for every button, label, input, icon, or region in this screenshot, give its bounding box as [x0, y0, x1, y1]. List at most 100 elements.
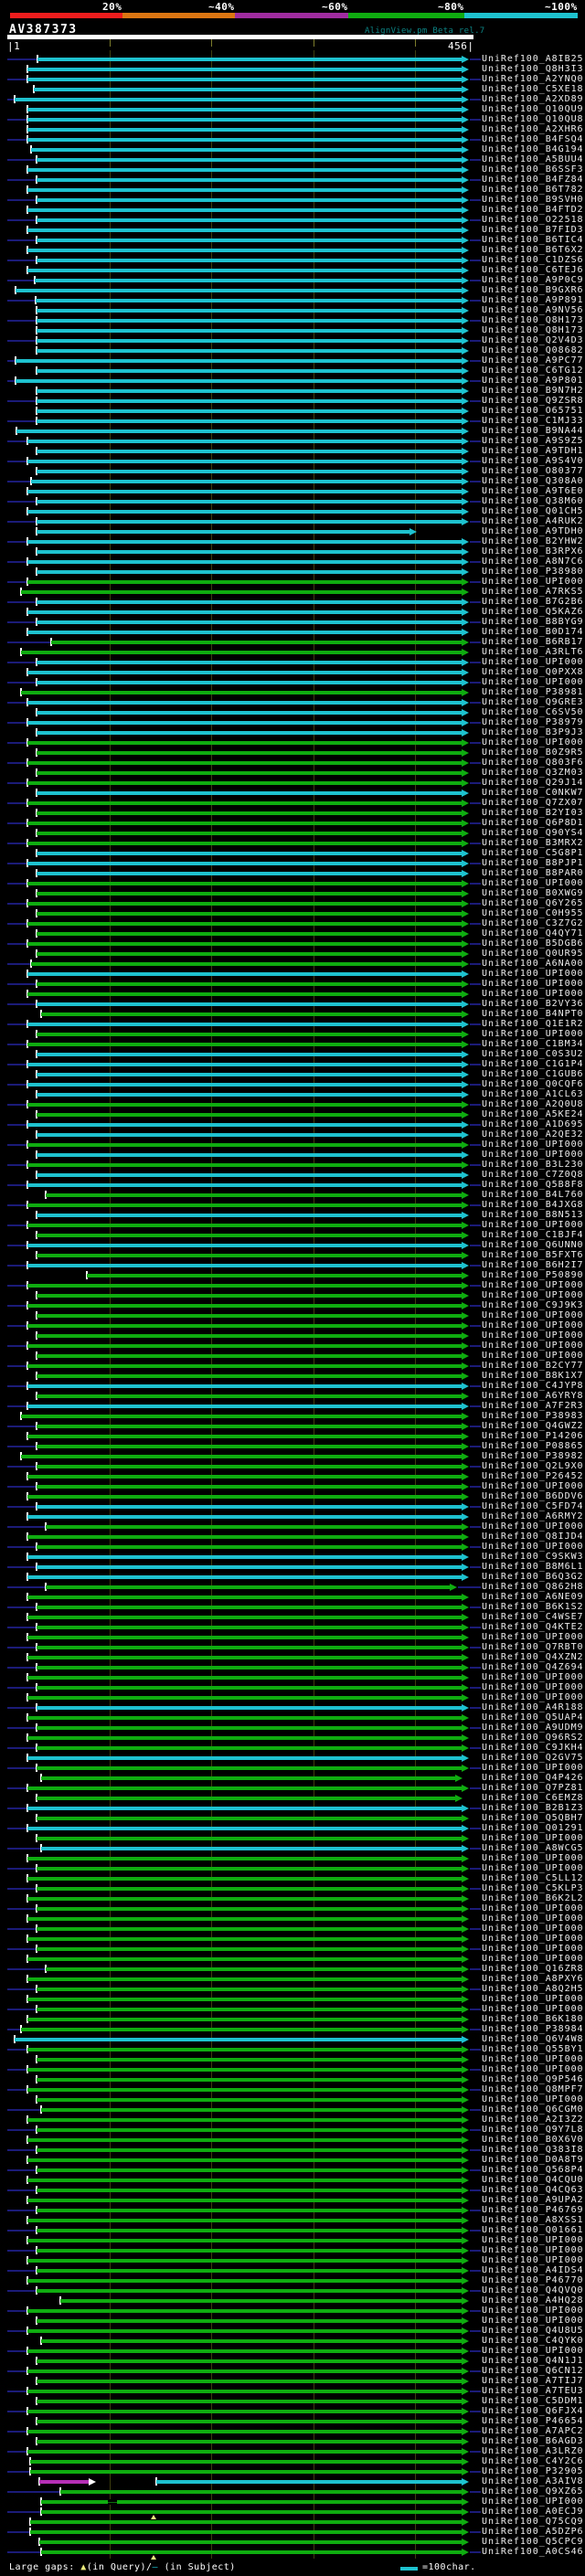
alignment-bar[interactable] [156, 2480, 462, 2484]
alignment-bar[interactable] [37, 1002, 462, 1006]
alignment-bar[interactable] [27, 1304, 462, 1308]
subject-label[interactable]: UniRef100_A0CS46 [482, 2547, 584, 2558]
alignment-bar[interactable] [27, 2178, 462, 2182]
alignment-bar[interactable] [27, 2259, 462, 2263]
alignment-bar[interactable] [41, 2339, 462, 2343]
alignment-bar[interactable] [27, 1515, 462, 1519]
alignment-bar[interactable] [41, 1776, 455, 1780]
alignment-bar[interactable] [37, 771, 462, 775]
alignment-bar[interactable] [46, 1525, 462, 1529]
alignment-bar[interactable] [30, 2530, 462, 2534]
alignment-bar[interactable] [37, 2359, 462, 2363]
alignment-bar[interactable] [31, 480, 462, 483]
alignment-bar[interactable] [41, 2500, 462, 2504]
alignment-bar[interactable] [15, 98, 462, 101]
alignment-bar[interactable] [27, 631, 462, 634]
alignment-bar[interactable] [27, 1475, 462, 1479]
alignment-bar[interactable] [37, 1073, 462, 1076]
alignment-bar[interactable] [27, 1043, 462, 1046]
alignment-bar[interactable] [37, 570, 462, 574]
alignment-bar[interactable] [27, 138, 462, 142]
alignment-bar[interactable] [27, 1264, 462, 1267]
alignment-bar[interactable] [37, 550, 462, 554]
alignment-bar[interactable] [37, 389, 462, 393]
alignment-bar[interactable] [37, 1133, 462, 1137]
alignment-bar[interactable] [46, 1585, 450, 1589]
alignment-bar[interactable] [16, 359, 462, 363]
alignment-bar[interactable] [37, 2319, 462, 2323]
alignment-bar[interactable] [27, 1998, 462, 2001]
alignment-bar[interactable] [27, 1284, 462, 1288]
alignment-bar[interactable] [37, 198, 462, 202]
alignment-bar[interactable] [37, 2058, 462, 2062]
alignment-bar[interactable] [27, 1696, 462, 1700]
alignment-bar[interactable] [37, 2380, 462, 2383]
alignment-bar[interactable] [37, 1093, 462, 1097]
alignment-bar[interactable] [21, 590, 462, 594]
alignment-bar[interactable] [27, 862, 462, 865]
alignment-bar[interactable] [27, 1897, 462, 1901]
alignment-bar[interactable] [37, 952, 462, 956]
alignment-bar[interactable] [46, 1193, 462, 1197]
alignment-bar[interactable] [37, 2078, 462, 2082]
alignment-bar[interactable] [27, 2118, 462, 2122]
alignment-bar[interactable] [37, 2209, 462, 2212]
alignment-bar[interactable] [34, 88, 462, 91]
alignment-bar[interactable] [27, 1977, 462, 1981]
alignment-bar[interactable] [27, 741, 462, 745]
alignment-bar[interactable] [37, 1837, 462, 1840]
alignment-bar[interactable] [27, 1023, 462, 1026]
alignment-bar[interactable] [39, 2480, 89, 2484]
alignment-bar[interactable] [37, 530, 410, 534]
alignment-bar[interactable] [37, 811, 462, 815]
alignment-bar[interactable] [37, 2249, 462, 2253]
alignment-bar[interactable] [27, 108, 462, 111]
alignment-bar[interactable] [37, 2128, 462, 2132]
alignment-bar[interactable] [27, 1163, 462, 1167]
alignment-bar[interactable] [27, 2410, 462, 2413]
alignment-bar[interactable] [27, 882, 462, 885]
alignment-bar[interactable] [37, 731, 462, 735]
alignment-bar[interactable] [37, 1505, 462, 1509]
alignment-bar[interactable] [37, 681, 462, 684]
alignment-bar[interactable] [37, 1394, 462, 1398]
alignment-bar[interactable] [27, 992, 462, 996]
alignment-bar[interactable] [27, 2199, 462, 2202]
alignment-bar[interactable] [37, 1334, 462, 1338]
alignment-bar[interactable] [27, 118, 462, 122]
alignment-bar[interactable] [37, 791, 462, 795]
alignment-bar[interactable] [27, 1435, 462, 1438]
alignment-bar[interactable] [27, 78, 462, 81]
alignment-bar[interactable] [21, 2028, 462, 2031]
alignment-bar[interactable] [37, 982, 462, 986]
alignment-bar[interactable] [30, 2460, 462, 2464]
alignment-bar[interactable] [41, 2550, 462, 2554]
alignment-bar[interactable] [46, 1967, 462, 1971]
alignment-bar[interactable] [37, 1666, 462, 1670]
alignment-bar[interactable] [27, 1656, 462, 1659]
alignment-bar[interactable] [27, 1595, 462, 1599]
alignment-bar[interactable] [37, 1294, 462, 1298]
alignment-bar[interactable] [37, 58, 462, 61]
alignment-bar[interactable] [27, 168, 462, 172]
alignment-bar[interactable] [27, 942, 462, 946]
alignment-bar[interactable] [37, 832, 462, 835]
alignment-bar[interactable] [37, 2098, 462, 2102]
alignment-bar[interactable] [37, 1626, 462, 1629]
alignment-bar[interactable] [27, 1957, 462, 1961]
alignment-bar[interactable] [37, 1606, 462, 1609]
alignment-bar[interactable] [27, 721, 462, 725]
alignment-bar[interactable] [27, 560, 462, 564]
alignment-bar[interactable] [27, 1083, 462, 1087]
alignment-bar[interactable] [27, 2018, 462, 2021]
alignment-bar[interactable] [27, 1555, 462, 1559]
alignment-bar[interactable] [27, 1676, 462, 1680]
alignment-bar[interactable] [27, 249, 462, 252]
alignment-bar[interactable] [27, 1123, 462, 1127]
alignment-bar[interactable] [41, 1847, 462, 1850]
alignment-bar[interactable] [37, 339, 462, 343]
alignment-bar[interactable] [27, 1535, 462, 1539]
alignment-bar[interactable] [37, 409, 462, 413]
alignment-bar[interactable] [27, 701, 462, 705]
alignment-bar[interactable] [21, 651, 462, 654]
